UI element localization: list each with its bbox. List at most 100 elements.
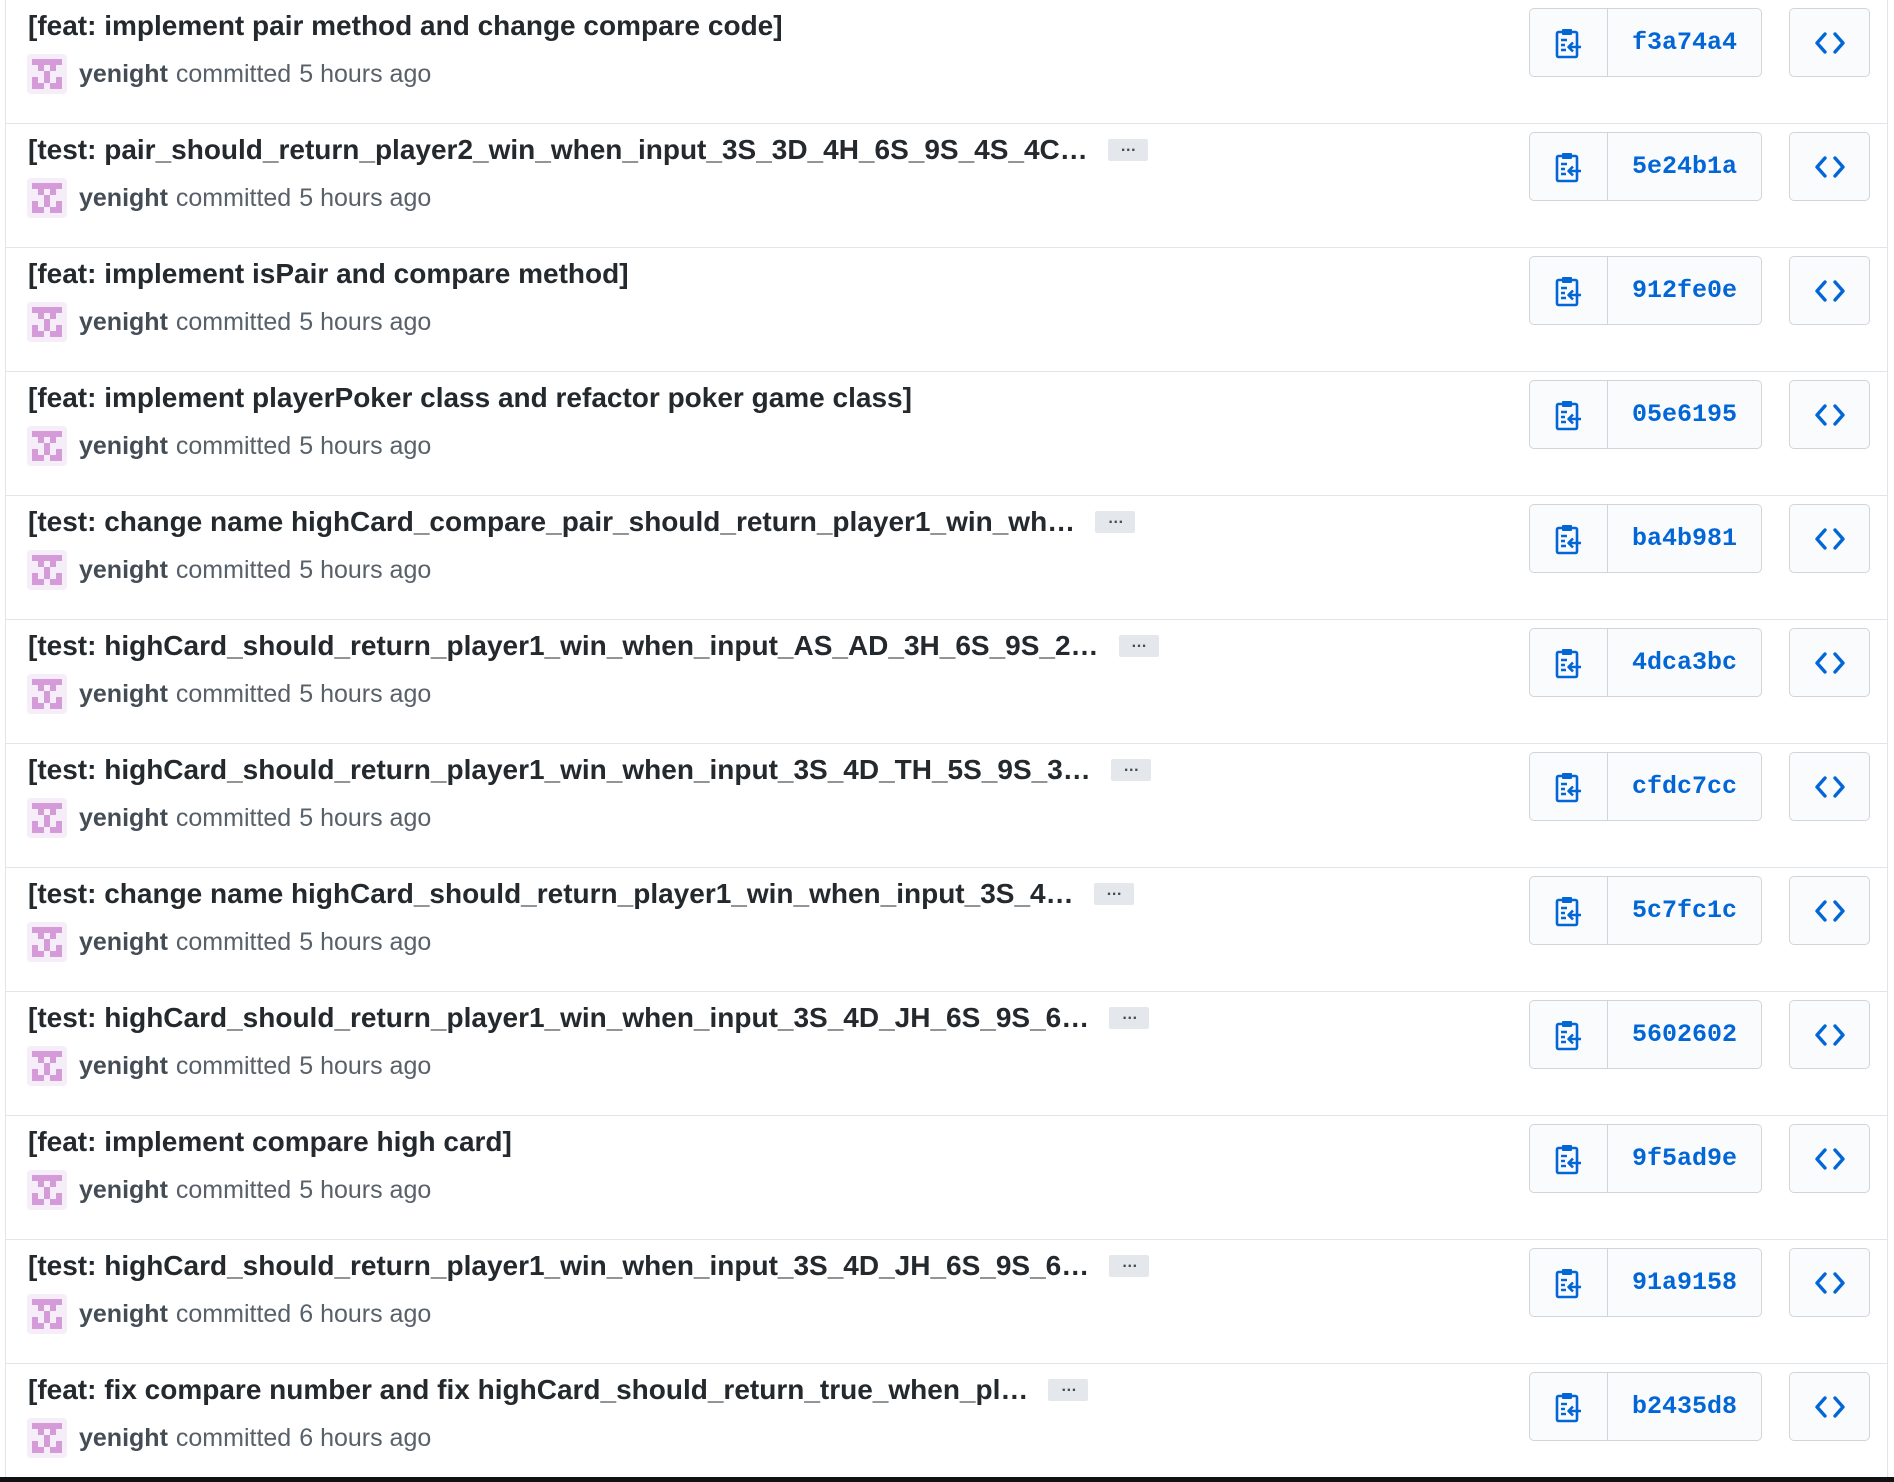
browse-repository-button[interactable] — [1789, 380, 1870, 449]
relative-time: 5 hours ago — [299, 679, 432, 708]
browse-repository-button[interactable] — [1789, 876, 1870, 945]
commit-sha-link[interactable]: 4dca3bc — [1608, 629, 1761, 696]
commit-meta: yenight committed 5 hours ago — [27, 426, 431, 466]
copy-sha-button[interactable] — [1530, 257, 1608, 324]
commit-title-link[interactable]: [test: highCard_should_return_player1_wi… — [28, 754, 1091, 786]
expand-message-button[interactable]: … — [1048, 1379, 1089, 1401]
expand-message-button[interactable]: … — [1118, 635, 1159, 657]
browse-repository-button[interactable] — [1789, 504, 1870, 573]
commit-title-link[interactable]: [feat: implement pair method and change … — [28, 10, 783, 42]
copy-sha-button[interactable] — [1530, 381, 1608, 448]
copy-sha-button[interactable] — [1530, 629, 1608, 696]
sha-button-group: cfdc7cc — [1529, 752, 1762, 821]
commit-sha-link[interactable]: 5c7fc1c — [1608, 877, 1761, 944]
copy-sha-button[interactable] — [1530, 1373, 1608, 1440]
expand-message-button[interactable]: … — [1095, 511, 1136, 533]
relative-time: 5 hours ago — [299, 927, 432, 956]
commit-title-link[interactable]: [test: change name highCard_should_retur… — [28, 878, 1074, 910]
commit-sha-link[interactable]: f3a74a4 — [1608, 9, 1761, 76]
author-link[interactable]: yenight — [79, 680, 168, 709]
avatar[interactable] — [27, 426, 67, 466]
copy-sha-button[interactable] — [1530, 133, 1608, 200]
browse-repository-button[interactable] — [1789, 1124, 1870, 1193]
expand-message-button[interactable]: … — [1110, 759, 1151, 781]
relative-time: 5 hours ago — [299, 555, 432, 584]
commit-row: [feat: implement compare high card] yeni… — [6, 1116, 1887, 1240]
code-icon — [1814, 1395, 1845, 1418]
commit-sha-link[interactable]: b2435d8 — [1608, 1373, 1761, 1440]
browse-repository-button[interactable] — [1789, 1248, 1870, 1317]
avatar[interactable] — [27, 302, 67, 342]
author-link[interactable]: yenight — [79, 804, 168, 833]
commit-title-link[interactable]: [test: change name highCard_compare_pair… — [28, 506, 1075, 538]
commit-title-link[interactable]: [feat: implement playerPoker class and r… — [28, 382, 912, 414]
clipboard-copy-icon — [1555, 152, 1581, 182]
author-link[interactable]: yenight — [79, 308, 168, 337]
avatar[interactable] — [27, 1170, 67, 1210]
commit-title-link[interactable]: [test: highCard_should_return_player1_wi… — [28, 1250, 1089, 1282]
commit-sha-link[interactable]: 5e24b1a — [1608, 133, 1761, 200]
browse-repository-button[interactable] — [1789, 628, 1870, 697]
commit-sha-link[interactable]: 91a9158 — [1608, 1249, 1761, 1316]
commit-sha-link[interactable]: cfdc7cc — [1608, 753, 1761, 820]
avatar[interactable] — [27, 674, 67, 714]
browse-repository-button[interactable] — [1789, 256, 1870, 325]
relative-time: 6 hours ago — [299, 1299, 432, 1328]
author-link[interactable]: yenight — [79, 60, 168, 89]
sha-button-group: b2435d8 — [1529, 1372, 1762, 1441]
browse-repository-button[interactable] — [1789, 8, 1870, 77]
commit-title-link[interactable]: [feat: fix compare number and fix highCa… — [28, 1374, 1028, 1406]
expand-message-button[interactable]: … — [1109, 1007, 1150, 1029]
avatar[interactable] — [27, 1046, 67, 1086]
avatar[interactable] — [27, 922, 67, 962]
relative-time: 6 hours ago — [299, 1423, 432, 1452]
author-link[interactable]: yenight — [79, 184, 168, 213]
commit-title-link[interactable]: [test: highCard_should_return_player1_wi… — [28, 630, 1099, 662]
commit-title-link[interactable]: [feat: implement compare high card] — [28, 1126, 512, 1158]
commit-sha-link[interactable]: 912fe0e — [1608, 257, 1761, 324]
commit-title-link[interactable]: [feat: implement isPair and compare meth… — [28, 258, 629, 290]
author-link[interactable]: yenight — [79, 1052, 168, 1081]
copy-sha-button[interactable] — [1530, 753, 1608, 820]
author-link[interactable]: yenight — [79, 1424, 168, 1453]
committed-label: committed — [175, 1423, 292, 1452]
author-link[interactable]: yenight — [79, 556, 168, 585]
avatar[interactable] — [27, 798, 67, 838]
commit-meta: yenight committed 6 hours ago — [27, 1418, 431, 1458]
avatar[interactable] — [27, 1418, 67, 1458]
avatar[interactable] — [27, 1294, 67, 1334]
browse-repository-button[interactable] — [1789, 132, 1870, 201]
commit-sha-link[interactable]: 05e6195 — [1608, 381, 1761, 448]
commit-row: [test: highCard_should_return_player1_wi… — [6, 992, 1887, 1116]
copy-sha-button[interactable] — [1530, 9, 1608, 76]
committed-label: committed — [175, 183, 292, 212]
author-link[interactable]: yenight — [79, 928, 168, 957]
commit-title-link[interactable]: [test: pair_should_return_player2_win_wh… — [28, 134, 1088, 166]
author-link[interactable]: yenight — [79, 1300, 168, 1329]
commit-sha-link[interactable]: 9f5ad9e — [1608, 1125, 1761, 1192]
commit-title-link[interactable]: [test: highCard_should_return_player1_wi… — [28, 1002, 1089, 1034]
avatar[interactable] — [27, 178, 67, 218]
browse-repository-button[interactable] — [1789, 1372, 1870, 1441]
expand-message-button[interactable]: … — [1107, 139, 1148, 161]
commit-sha-link[interactable]: 5602602 — [1608, 1001, 1761, 1068]
commit-meta: yenight committed 5 hours ago — [27, 54, 431, 94]
copy-sha-button[interactable] — [1530, 877, 1608, 944]
author-link[interactable]: yenight — [79, 432, 168, 461]
code-icon — [1814, 1271, 1845, 1294]
browse-repository-button[interactable] — [1789, 752, 1870, 821]
copy-sha-button[interactable] — [1530, 1125, 1608, 1192]
expand-message-button[interactable]: … — [1109, 1255, 1150, 1277]
commit-title-line: [feat: fix compare number and fix highCa… — [28, 1372, 1089, 1408]
commit-meta: yenight committed 5 hours ago — [27, 1046, 431, 1086]
copy-sha-button[interactable] — [1530, 505, 1608, 572]
browse-repository-button[interactable] — [1789, 1000, 1870, 1069]
commit-sha-link[interactable]: ba4b981 — [1608, 505, 1761, 572]
clipboard-copy-icon — [1555, 648, 1581, 678]
avatar[interactable] — [27, 550, 67, 590]
avatar[interactable] — [27, 54, 67, 94]
copy-sha-button[interactable] — [1530, 1001, 1608, 1068]
author-link[interactable]: yenight — [79, 1176, 168, 1205]
copy-sha-button[interactable] — [1530, 1249, 1608, 1316]
expand-message-button[interactable]: … — [1093, 883, 1134, 905]
